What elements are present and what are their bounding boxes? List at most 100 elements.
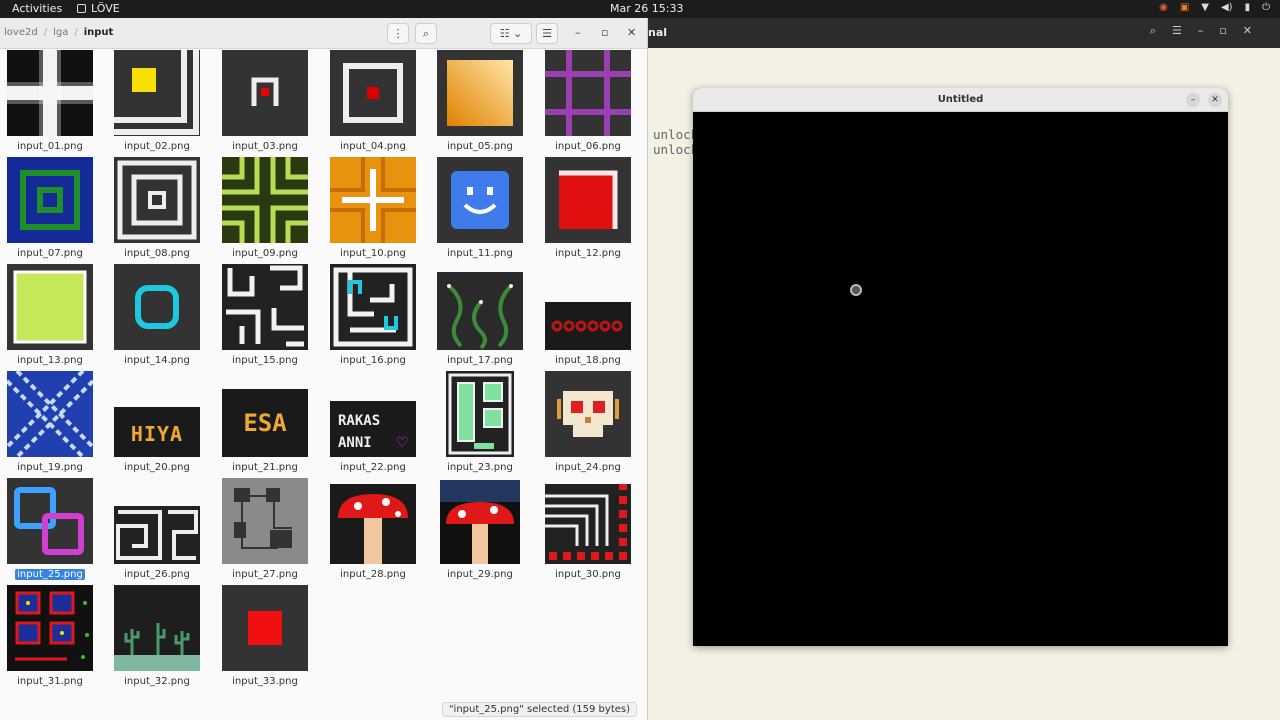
search-icon[interactable]: ⌕ [1150, 24, 1156, 38]
minimize-icon[interactable]: – [1198, 24, 1204, 38]
ubuntu-icon[interactable]: ◉ [1159, 2, 1168, 14]
file-item[interactable]: input_05.png [430, 49, 530, 154]
file-item[interactable]: input_27.png [215, 477, 315, 582]
file-name: input_29.png [447, 569, 513, 580]
thumbnail [545, 157, 631, 243]
thumb-text-esa: ESA [243, 409, 287, 437]
file-name: input_21.png [232, 462, 298, 473]
terminal-title: nal [648, 26, 668, 39]
love-window-header[interactable]: Untitled – ✕ [693, 88, 1228, 112]
hamburger-menu-button[interactable]: ☰ [536, 23, 558, 44]
file-item[interactable]: input_33.png [215, 584, 315, 689]
file-item[interactable]: input_14.png [107, 263, 207, 368]
file-item[interactable]: input_04.png [323, 49, 423, 154]
battery-icon[interactable]: ▮ [1245, 2, 1251, 14]
file-item[interactable]: input_31.png [0, 584, 100, 689]
close-icon[interactable]: ✕ [1243, 24, 1252, 38]
file-name: input_17.png [447, 355, 513, 366]
breadcrumb-lga[interactable]: lga [53, 27, 68, 38]
file-item[interactable]: input_08.png [107, 156, 207, 261]
wifi-icon[interactable]: ▼ [1201, 2, 1209, 14]
thumbnail [437, 50, 523, 136]
thumbnail [440, 480, 520, 564]
minimize-icon[interactable]: – [1186, 93, 1200, 107]
volume-icon[interactable]: ◀) [1221, 2, 1233, 14]
file-name: input_26.png [124, 569, 190, 580]
activities-button[interactable]: Activities [12, 2, 62, 15]
system-tray[interactable]: ◉ ▣ ▼ ◀) ▮ ⏻ [1159, 2, 1270, 14]
power-icon[interactable]: ⏻ [1262, 2, 1270, 14]
close-button[interactable]: ✕ [627, 26, 636, 39]
file-name: input_32.png [124, 676, 190, 687]
thumbnail [114, 506, 200, 564]
menu-icon: ☰ [542, 27, 552, 40]
file-item[interactable]: input_32.png [107, 584, 207, 689]
file-item[interactable]: input_10.png [323, 156, 423, 261]
file-item[interactable]: input_18.png [538, 263, 638, 368]
file-manager-window: love2d / lga / input ⋮ ⌕ ☷ ⌄ ☰ – ▫ ✕ inp… [0, 18, 648, 720]
maximize-button[interactable]: ▫ [601, 26, 608, 39]
minimize-button[interactable]: – [575, 26, 581, 39]
thumbnail [545, 484, 631, 564]
thumbnail [330, 264, 416, 350]
file-name: input_08.png [124, 248, 190, 259]
breadcrumb-input[interactable]: input [84, 27, 114, 38]
file-item[interactable]: RAKAS ANNI ♡ input_22.png [323, 370, 423, 475]
file-item[interactable]: input_01.png [0, 49, 100, 154]
file-item[interactable]: input_09.png [215, 156, 315, 261]
file-name: input_25.png [15, 569, 85, 580]
search-button[interactable]: ⌕ [415, 23, 437, 44]
app-menu[interactable]: LÖVE [77, 2, 120, 15]
file-item[interactable]: input_24.png [538, 370, 638, 475]
file-item[interactable]: input_07.png [0, 156, 100, 261]
path-menu-button[interactable]: ⋮ [387, 23, 409, 44]
file-item[interactable]: ESA input_21.png [215, 370, 315, 475]
window-title: Untitled [937, 94, 984, 105]
breadcrumb-love2d[interactable]: love2d [4, 27, 38, 38]
breadcrumb: love2d / lga / input [4, 27, 113, 38]
update-icon[interactable]: ▣ [1180, 2, 1189, 14]
breadcrumb-separator: / [43, 27, 48, 38]
file-name: input_23.png [447, 462, 513, 473]
file-item[interactable]: input_12.png [538, 156, 638, 261]
file-item[interactable]: input_06.png [538, 49, 638, 154]
thumbnail [114, 264, 200, 350]
file-item[interactable]: HIYA input_20.png [107, 370, 207, 475]
file-item[interactable]: input_11.png [430, 156, 530, 261]
close-icon[interactable]: ✕ [1208, 93, 1222, 107]
love-game-window[interactable]: Untitled – ✕ [693, 88, 1228, 646]
app-icon [77, 4, 86, 13]
file-item[interactable]: input_03.png [215, 49, 315, 154]
file-item[interactable]: input_30.png [538, 477, 638, 582]
file-manager-toolbar: love2d / lga / input ⋮ ⌕ ☷ ⌄ ☰ – ▫ ✕ [0, 18, 647, 49]
clock[interactable]: Mar 26 15:33 [610, 2, 683, 15]
thumbnail [222, 157, 308, 243]
file-item[interactable]: input_23.png [430, 370, 530, 475]
file-item[interactable]: input_25.png [0, 477, 100, 582]
file-item[interactable]: input_16.png [323, 263, 423, 368]
view-toggle-button[interactable]: ☷ ⌄ [490, 23, 532, 44]
file-item[interactable]: input_29.png [430, 477, 530, 582]
terminal-line: unlock [653, 127, 699, 142]
file-name: input_33.png [232, 676, 298, 687]
file-item[interactable]: input_17.png [430, 263, 530, 368]
file-name: input_28.png [340, 569, 406, 580]
file-item[interactable]: input_26.png [107, 477, 207, 582]
file-item[interactable]: input_02.png [107, 49, 207, 154]
menu-icon[interactable]: ☰ [1172, 24, 1182, 38]
heart-icon: ♡ [396, 435, 409, 451]
terminal-line: unlock [653, 142, 699, 157]
maximize-icon[interactable]: ▫ [1219, 24, 1226, 38]
file-item[interactable]: input_28.png [323, 477, 423, 582]
file-name: input_20.png [124, 462, 190, 473]
file-item[interactable]: input_13.png [0, 263, 100, 368]
file-item[interactable]: input_19.png [0, 370, 100, 475]
file-name: input_22.png [340, 462, 406, 473]
thumbnail [7, 371, 93, 457]
file-item[interactable]: input_15.png [215, 263, 315, 368]
kebab-icon: ⋮ [392, 27, 404, 40]
thumbnail [114, 157, 200, 243]
thumbnail: RAKAS ANNI ♡ [330, 401, 416, 457]
file-name: input_05.png [447, 141, 513, 152]
file-name: input_24.png [555, 462, 621, 473]
